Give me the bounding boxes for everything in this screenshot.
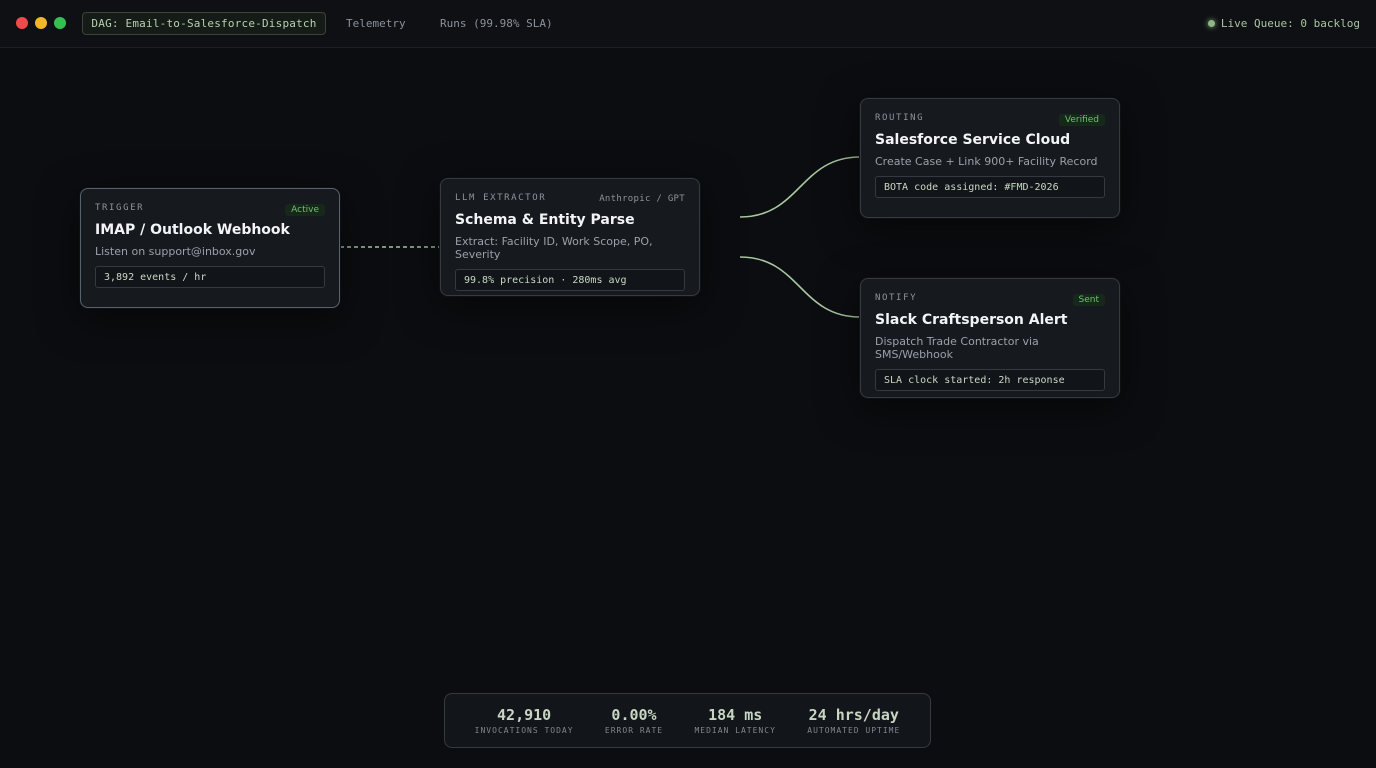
node-description: Extract: Facility ID, Work Scope, PO, Se… — [455, 235, 653, 261]
node-title: Schema & Entity Parse — [455, 212, 635, 228]
edge-extractor-to-notify — [739, 256, 861, 318]
stat-error-rate: 0.00% ERROR RATE — [605, 706, 663, 735]
node-notify[interactable]: NOTIFY Sent Slack Craftsperson Alert Dis… — [860, 278, 1120, 398]
stat-label: ERROR RATE — [604, 726, 664, 735]
node-metric: BOTA code assigned: #FMD-2026 — [875, 176, 1105, 198]
node-description: Listen on support@inbox.gov — [95, 245, 256, 258]
node-metric: 99.8% precision · 280ms avg — [455, 269, 685, 291]
node-metric: SLA clock started: 2h response — [875, 369, 1105, 391]
node-title: IMAP / Outlook Webhook — [95, 222, 290, 238]
node-llm-extractor[interactable]: LLM EXTRACTOR Anthropic / GPT Schema & E… — [440, 178, 700, 296]
stat-value: 24 hrs/day — [808, 706, 899, 724]
stat-label: AUTOMATED UPTIME — [807, 726, 901, 735]
stat-latency: 184 ms MEDIAN LATENCY — [694, 706, 775, 735]
stat-value: 42,910 — [497, 706, 552, 724]
node-title: Salesforce Service Cloud — [875, 132, 1071, 148]
node-kind: NOTIFY — [875, 293, 918, 303]
status-badge: Active — [285, 204, 325, 216]
node-vendor: Anthropic / GPT — [599, 194, 685, 204]
node-description: Dispatch Trade Contractor via SMS/Webhoo… — [875, 335, 1039, 361]
node-description: Create Case + Link 900+ Facility Record — [875, 155, 1098, 168]
dag-edges — [340, 156, 861, 318]
node-metric: 3,892 events / hr — [95, 266, 325, 288]
stat-invocations: 42,910 INVOCATIONS TODAY — [475, 706, 574, 735]
stat-value: 184 ms — [708, 706, 763, 724]
status-badge: Sent — [1072, 294, 1105, 306]
stat-label: INVOCATIONS TODAY — [474, 726, 574, 735]
node-title: Slack Craftsperson Alert — [875, 312, 1068, 328]
stat-label: MEDIAN LATENCY — [694, 726, 776, 735]
node-trigger[interactable]: TRIGGER Active IMAP / Outlook Webhook Li… — [80, 188, 340, 308]
stats-panel: 42,910 INVOCATIONS TODAY 0.00% ERROR RAT… — [444, 693, 931, 748]
stat-uptime: 24 hrs/day AUTOMATED UPTIME — [807, 706, 900, 735]
status-badge: Verified — [1058, 114, 1105, 126]
node-routing[interactable]: ROUTING Verified Salesforce Service Clou… — [860, 98, 1120, 218]
edge-extractor-to-routing — [739, 156, 861, 218]
stat-value: 0.00% — [611, 706, 657, 724]
